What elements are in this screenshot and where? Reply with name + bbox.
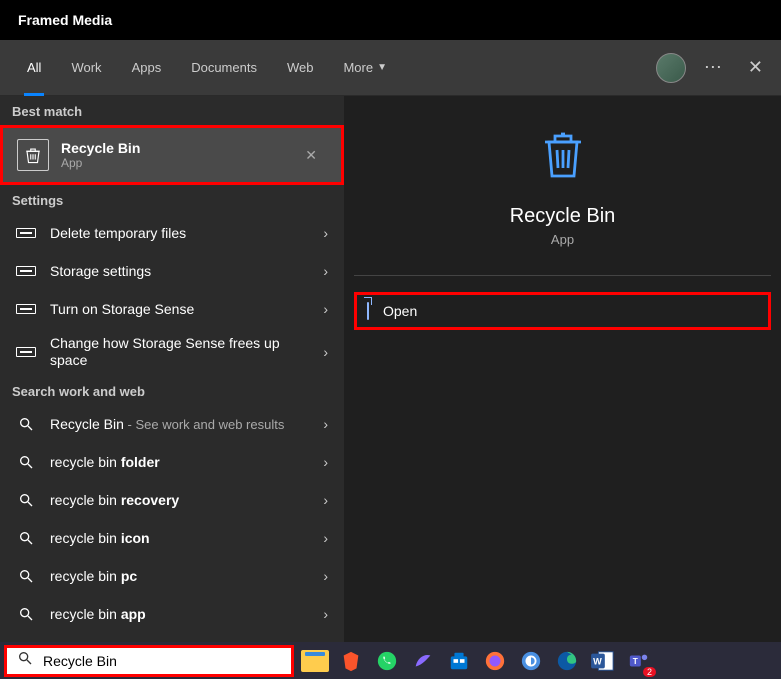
settings-item-icon	[14, 347, 38, 357]
settings-item-storage-sense[interactable]: Turn on Storage Sense ›	[0, 290, 344, 328]
web-section-label: Search work and web	[0, 376, 344, 405]
search-icon	[14, 454, 38, 470]
best-match-title: Recycle Bin	[61, 140, 289, 156]
web-result[interactable]: recycle bin icon ›	[0, 519, 344, 557]
svg-text:W: W	[593, 656, 602, 666]
chevron-right-icon: ›	[315, 416, 336, 432]
open-label: Open	[383, 303, 417, 319]
taskbar-edge-icon[interactable]	[550, 645, 584, 677]
tab-apps[interactable]: Apps	[117, 40, 177, 96]
search-icon	[14, 416, 38, 432]
badge-count: 2	[643, 667, 656, 677]
divider	[354, 275, 771, 276]
chevron-right-icon: ›	[315, 301, 336, 317]
chevron-right-icon: ›	[315, 454, 336, 470]
preview-title: Recycle Bin	[510, 205, 616, 228]
taskbar-firefox-icon[interactable]	[478, 645, 512, 677]
window-title-bar: Framed Media	[0, 0, 781, 40]
taskbar-file-explorer-icon[interactable]	[301, 650, 329, 672]
search-icon	[14, 492, 38, 508]
settings-section-label: Settings	[0, 185, 344, 214]
taskbar-search-box[interactable]	[4, 645, 294, 677]
user-avatar[interactable]	[656, 53, 686, 83]
preview-subtitle: App	[551, 232, 574, 247]
taskbar-store-icon[interactable]	[442, 645, 476, 677]
settings-item-storage[interactable]: Storage settings ›	[0, 252, 344, 290]
taskbar-app-icon[interactable]	[406, 645, 440, 677]
chevron-right-icon: ›	[315, 344, 336, 360]
chevron-right-icon: ›	[315, 530, 336, 546]
taskbar: W T 2	[0, 642, 781, 679]
taskbar-glary-icon[interactable]	[514, 645, 548, 677]
chevron-right-icon: ›	[315, 225, 336, 241]
tab-work[interactable]: Work	[56, 40, 116, 96]
search-results-area: Best match Recycle Bin App ✕ Settings De…	[0, 96, 781, 642]
taskbar-whatsapp-icon[interactable]	[370, 645, 404, 677]
svg-text:T: T	[633, 656, 638, 665]
window-title: Framed Media	[18, 12, 112, 28]
web-result[interactable]: recycle bin folder ›	[0, 443, 344, 481]
web-result[interactable]: recycle bin app ›	[0, 595, 344, 633]
open-icon	[367, 303, 369, 319]
web-result[interactable]: recycle bin pc ›	[0, 557, 344, 595]
settings-item-delete-temp[interactable]: Delete temporary files ›	[0, 214, 344, 252]
best-match-label: Best match	[0, 96, 344, 125]
settings-item-storage-sense-config[interactable]: Change how Storage Sense frees up space …	[0, 328, 344, 376]
search-icon	[17, 650, 33, 671]
more-options-button[interactable]: ⋯	[704, 57, 724, 78]
best-match-result[interactable]: Recycle Bin App ✕	[0, 125, 344, 185]
chevron-down-icon: ▼	[377, 62, 387, 73]
settings-item-icon	[14, 228, 38, 238]
recycle-bin-icon	[17, 139, 49, 171]
settings-item-icon	[14, 304, 38, 314]
result-preview-pane: Recycle Bin App Open	[344, 96, 781, 642]
search-icon	[14, 606, 38, 622]
search-tabs-bar: All Work Apps Documents Web More ▼ ⋯ ✕	[0, 40, 781, 96]
chevron-right-icon: ›	[315, 492, 336, 508]
close-button[interactable]: ✕	[742, 57, 769, 78]
search-input[interactable]	[43, 653, 281, 669]
tab-all[interactable]: All	[12, 40, 56, 96]
tab-more[interactable]: More ▼	[328, 40, 402, 96]
web-result[interactable]: Recycle Bin - See work and web results ›	[0, 405, 344, 443]
search-icon	[14, 568, 38, 584]
taskbar-word-icon[interactable]: W	[586, 645, 620, 677]
chevron-right-icon: ›	[315, 606, 336, 622]
tab-documents[interactable]: Documents	[176, 40, 272, 96]
taskbar-teams-icon[interactable]: T 2	[622, 645, 656, 677]
recycle-bin-icon-large	[535, 126, 591, 187]
taskbar-brave-icon[interactable]	[334, 645, 368, 677]
open-action[interactable]: Open	[354, 292, 771, 330]
web-result[interactable]: recycle bin recovery ›	[0, 481, 344, 519]
settings-item-icon	[14, 266, 38, 276]
chevron-right-icon: ›	[315, 263, 336, 279]
dismiss-result-button[interactable]: ✕	[289, 147, 333, 164]
results-list: Best match Recycle Bin App ✕ Settings De…	[0, 96, 344, 642]
tab-web[interactable]: Web	[272, 40, 329, 96]
search-icon	[14, 530, 38, 546]
best-match-sub: App	[61, 156, 289, 170]
chevron-right-icon: ›	[315, 568, 336, 584]
